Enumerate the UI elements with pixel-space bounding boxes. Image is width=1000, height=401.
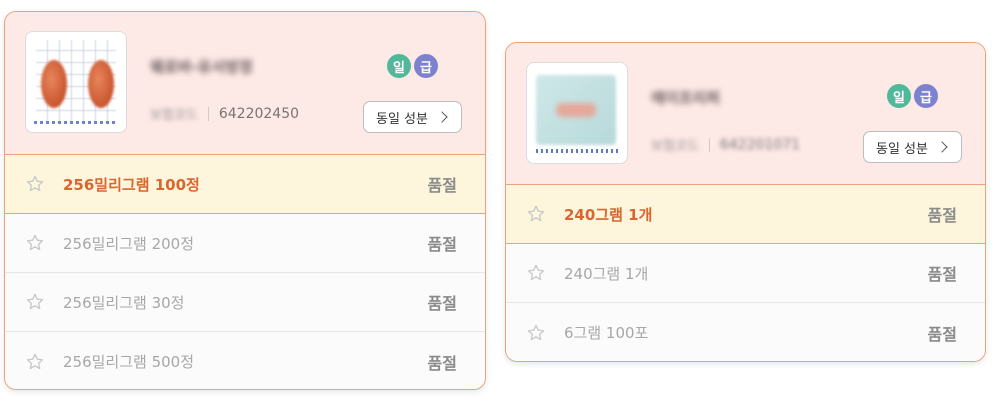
badge-covered: 급 [414, 54, 438, 78]
package-image [536, 75, 616, 145]
badge-general: 일 [887, 84, 911, 108]
product-cards-area: 웨로바-유서방정 보험코드 642202450 일 급 동일 성분 256밀리그… [0, 0, 1000, 401]
option-label: 256밀리그램 100정 [63, 175, 200, 194]
star-outline-icon[interactable] [25, 292, 45, 312]
option-row[interactable]: 240그램 1개 품절 [506, 244, 985, 303]
option-row[interactable]: 256밀리그램 30정 품절 [5, 273, 485, 332]
option-row[interactable]: 256밀리그램 100정 품절 [5, 155, 485, 214]
option-row[interactable]: 256밀리그램 500정 품절 [5, 332, 485, 389]
chevron-right-icon [936, 141, 948, 153]
star-outline-icon[interactable] [526, 323, 546, 343]
product-sub-info: 보험코드 642201071 [651, 135, 801, 155]
option-row[interactable]: 240그램 1개 품절 [506, 185, 985, 244]
badge-general: 일 [387, 54, 411, 78]
product-sub-info: 보험코드 642202450 [150, 104, 300, 124]
option-label: 240그램 1개 [564, 264, 649, 283]
product-code: 642201071 [719, 136, 801, 153]
option-row[interactable]: 6그램 100포 품절 [506, 303, 985, 361]
star-outline-icon[interactable] [25, 174, 45, 194]
stock-status: 품절 [927, 324, 957, 344]
same-ingredient-label: 동일 성분 [376, 111, 428, 127]
option-label: 256밀리그램 500정 [63, 353, 195, 371]
badge-group: 일 급 [887, 84, 938, 108]
option-label: 256밀리그램 30정 [63, 293, 185, 312]
package-label [536, 149, 618, 153]
product-code-label: 보험코드 [150, 108, 198, 123]
product-image[interactable] [526, 62, 628, 164]
product-name: 에이프리퍼 [651, 89, 721, 107]
same-ingredient-button[interactable]: 동일 성분 [863, 131, 962, 163]
stock-status: 품절 [927, 265, 957, 284]
stock-status: 품절 [427, 235, 457, 254]
stock-status: 품절 [927, 206, 957, 225]
product-name: 웨로바-유서방정 [150, 58, 253, 76]
option-label: 240그램 1개 [564, 205, 653, 224]
option-label: 6그램 100포 [564, 324, 649, 342]
star-outline-icon[interactable] [25, 352, 45, 372]
image-scale-bar [34, 121, 118, 124]
product-header: 웨로바-유서방정 보험코드 642202450 일 급 동일 성분 [5, 12, 485, 155]
product-card-1: 웨로바-유서방정 보험코드 642202450 일 급 동일 성분 256밀리그… [4, 11, 486, 390]
divider [708, 137, 710, 152]
product-image[interactable] [25, 31, 127, 133]
stock-status: 품절 [427, 353, 457, 373]
same-ingredient-button[interactable]: 동일 성분 [363, 101, 462, 133]
star-outline-icon[interactable] [526, 204, 546, 224]
product-code-label: 보험코드 [651, 139, 699, 154]
divider [207, 106, 209, 121]
stock-status: 품절 [427, 176, 457, 195]
badge-group: 일 급 [387, 54, 438, 78]
same-ingredient-label: 동일 성분 [876, 141, 928, 157]
star-outline-icon[interactable] [25, 233, 45, 253]
chevron-right-icon [436, 111, 448, 123]
badge-covered: 급 [914, 84, 938, 108]
star-outline-icon[interactable] [526, 263, 546, 283]
stock-status: 품절 [427, 294, 457, 313]
option-row[interactable]: 256밀리그램 200정 품절 [5, 214, 485, 273]
product-header: 에이프리퍼 보험코드 642201071 일 급 동일 성분 [506, 43, 985, 185]
pill-image [41, 60, 67, 108]
product-card-2: 에이프리퍼 보험코드 642201071 일 급 동일 성분 240그램 1개 … [505, 42, 986, 362]
product-code: 642202450 [218, 105, 300, 122]
pill-image [88, 60, 114, 108]
option-label: 256밀리그램 200정 [63, 234, 195, 253]
